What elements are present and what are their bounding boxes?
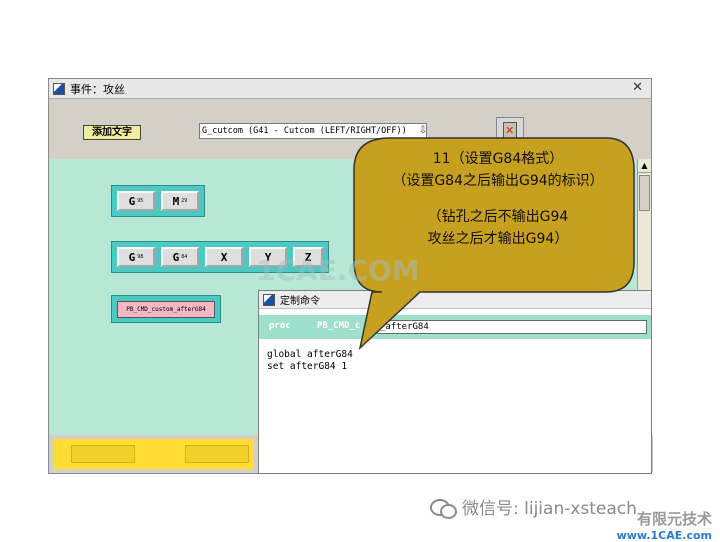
block-letter: X bbox=[220, 250, 228, 264]
trash-button[interactable] bbox=[496, 117, 524, 145]
callout-text: 11（设置G84格式） （设置G84之后输出G94的标识） （钻孔之后不输出G9… bbox=[356, 148, 640, 250]
custom-command-row: PB_CMD_custom_afterG84 bbox=[111, 295, 221, 323]
block-sub: 84 bbox=[181, 254, 188, 260]
callout-line: （设置G84之后输出G94的标识） bbox=[392, 173, 604, 189]
add-text-button[interactable]: 添加文字 bbox=[83, 125, 141, 140]
callout-line: （钻孔之后不输出G94 bbox=[427, 209, 569, 225]
brand-line-2: www.1CAE.com bbox=[616, 529, 712, 542]
window-titlebar: 事件：攻丝 ✕ bbox=[49, 79, 651, 99]
cmd-window-icon bbox=[263, 293, 275, 306]
block-sub: 98 bbox=[137, 254, 144, 260]
brand-line-1: 有限元技术 bbox=[636, 510, 712, 528]
proc-name-prefix: PB_CMD_c bbox=[317, 321, 361, 331]
cmd-window-title: 定制命令 bbox=[280, 296, 320, 307]
block-x[interactable]: X bbox=[205, 247, 243, 267]
block-letter: G bbox=[172, 250, 180, 264]
close-icon[interactable]: ✕ bbox=[632, 80, 643, 95]
window-app-icon bbox=[53, 82, 65, 95]
code-line[interactable]: global afterG84 bbox=[267, 349, 353, 360]
callout-spacer bbox=[356, 192, 640, 206]
dropdown-arrow-icon[interactable]: ⇩ bbox=[417, 124, 429, 138]
brand-logo: 有限元技术 www.1CAE.com bbox=[617, 508, 712, 542]
block-row-1: G 95 M 29 bbox=[111, 185, 205, 217]
watermark: 1CAE.COM bbox=[256, 254, 420, 287]
ok-button[interactable] bbox=[71, 445, 135, 463]
custom-command-window: 定制命令 proc PB_CMD_c _afterG84 global afte… bbox=[258, 290, 652, 474]
proc-name-field[interactable]: _afterG84 bbox=[377, 320, 647, 334]
custom-command-block[interactable]: PB_CMD_custom_afterG84 bbox=[117, 301, 215, 318]
callout-line: 攻丝之后才输出G94） bbox=[427, 231, 569, 247]
cmd-titlebar: 定制命令 bbox=[259, 291, 651, 309]
block-letter: G bbox=[128, 250, 136, 264]
code-line[interactable]: set afterG84 1 bbox=[267, 361, 347, 372]
block-g98[interactable]: G 98 bbox=[117, 247, 155, 267]
block-g84[interactable]: G 84 bbox=[161, 247, 199, 267]
scroll-thumb[interactable] bbox=[639, 175, 650, 211]
wechat-id: 微信号: lijian-xsteach bbox=[462, 499, 637, 519]
window-title: 事件：攻丝 bbox=[70, 82, 125, 96]
block-g95[interactable]: G 95 bbox=[117, 191, 155, 211]
trash-icon bbox=[503, 122, 517, 140]
block-sub: 95 bbox=[137, 198, 144, 204]
cancel-button[interactable] bbox=[185, 445, 249, 463]
block-m29[interactable]: M 29 bbox=[161, 191, 199, 211]
block-letter: G bbox=[128, 194, 136, 208]
block-sub: 29 bbox=[181, 198, 188, 204]
wechat-footer: 微信号: lijian-xsteach bbox=[430, 494, 637, 519]
block-letter: M bbox=[172, 194, 180, 208]
proc-keyword: proc bbox=[269, 321, 291, 331]
wechat-icon bbox=[430, 497, 457, 519]
proc-header: proc PB_CMD_c _afterG84 bbox=[259, 315, 651, 339]
callout-line: 11（设置G84格式） bbox=[432, 151, 564, 167]
block-template-select[interactable]: G_cutcom (G41 - Cutcom (LEFT/RIGHT/OFF)) bbox=[199, 123, 427, 139]
